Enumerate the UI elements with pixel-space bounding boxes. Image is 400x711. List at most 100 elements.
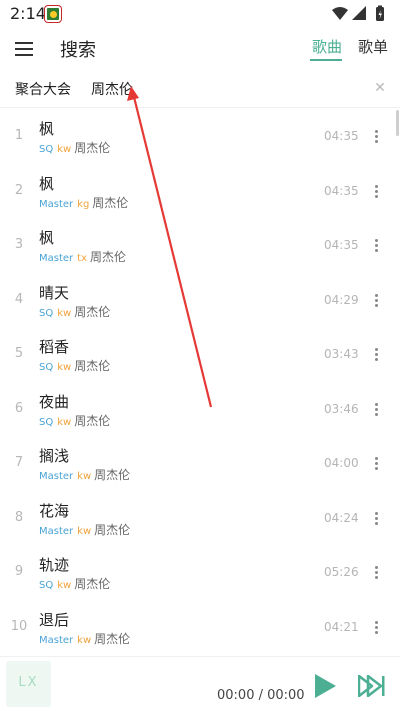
- more-options-icon[interactable]: [368, 509, 386, 527]
- list-item[interactable]: 5 稻香 SQ kw 周杰伦 03:43: [0, 326, 400, 381]
- list-item[interactable]: 7 搁浅 Master kw 周杰伦 04:00: [0, 435, 400, 490]
- list-item[interactable]: 4 晴天 SQ kw 周杰伦 04:29: [0, 272, 400, 327]
- quality-badge: Master: [39, 253, 74, 264]
- quality-badge: Master: [39, 525, 74, 537]
- tab-songs[interactable]: 歌曲: [312, 36, 342, 57]
- status-icons: [332, 5, 384, 21]
- more-options-icon[interactable]: [368, 182, 386, 200]
- playback-time: 00:00 / 00:00: [217, 688, 305, 703]
- song-artist: 周杰伦: [94, 468, 131, 482]
- more-options-icon[interactable]: [368, 127, 386, 145]
- source-badge: tx: [77, 253, 87, 264]
- album-cover[interactable]: LX: [6, 661, 51, 707]
- song-index: 10: [10, 618, 28, 634]
- source-badge: kw: [57, 580, 72, 591]
- source-badge: kw: [77, 525, 92, 537]
- more-options-icon[interactable]: [368, 454, 386, 472]
- quality-badge: SQ: [39, 144, 54, 155]
- source-badge: kw: [57, 307, 72, 319]
- song-index: 3: [14, 237, 24, 252]
- active-tab-indicator: [310, 59, 342, 61]
- menu-icon[interactable]: [12, 36, 38, 62]
- song-artist: 周杰伦: [92, 195, 129, 210]
- list-item[interactable]: 3 枫 Master tx 周杰伦 04:35: [0, 217, 400, 272]
- song-meta: SQ kw 周杰伦: [39, 412, 110, 429]
- song-index: 6: [14, 400, 24, 416]
- quality-badge: SQ: [39, 416, 54, 428]
- quality-badge: SQ: [39, 307, 54, 319]
- more-options-icon[interactable]: [368, 400, 386, 418]
- song-artist: 周杰伦: [74, 304, 111, 319]
- header: 搜索 歌曲 歌单: [0, 28, 400, 70]
- song-title: 枫: [39, 120, 55, 138]
- list-item[interactable]: 10 退后 Master kw 周杰伦 04:21: [0, 599, 400, 654]
- song-artist: 周杰伦: [90, 250, 127, 264]
- more-options-icon[interactable]: [368, 345, 386, 363]
- search-screen: 2:14 搜索 歌曲 歌单 聚合大会 周杰伦 ✕ 1 枫 SQ kw 周杰伦 04:…: [0, 0, 400, 711]
- song-artist: 周杰伦: [74, 577, 111, 591]
- page-title: 搜索: [60, 40, 96, 61]
- song-meta: Master tx 周杰伦: [39, 248, 126, 265]
- song-duration: 04:35: [324, 238, 359, 252]
- song-meta: SQ kw 周杰伦: [39, 303, 110, 320]
- song-meta: Master kw 周杰伦: [39, 466, 130, 483]
- list-item[interactable]: 9 轨迹 SQ kw 周杰伦 05:26: [0, 544, 400, 599]
- quality-badge: SQ: [39, 580, 54, 591]
- song-index: 7: [14, 455, 24, 470]
- song-artist: 周杰伦: [94, 522, 131, 537]
- source-badge: kg: [77, 198, 90, 210]
- more-options-icon[interactable]: [368, 236, 386, 254]
- skip-next-icon[interactable]: [358, 675, 386, 697]
- quality-badge: Master: [39, 198, 74, 210]
- more-options-icon[interactable]: [368, 563, 386, 581]
- song-index: 1: [14, 128, 24, 143]
- close-icon[interactable]: ✕: [370, 78, 390, 98]
- song-duration: 03:46: [324, 401, 359, 416]
- song-index: 9: [14, 564, 24, 579]
- search-input[interactable]: 周杰伦: [91, 79, 133, 99]
- song-title: 搁浅: [39, 447, 70, 465]
- song-index: 8: [14, 509, 24, 525]
- song-meta: SQ kw 周杰伦: [39, 139, 110, 156]
- song-meta: SQ kw 周杰伦: [39, 575, 110, 592]
- source-badge: kw: [77, 634, 92, 646]
- more-options-icon[interactable]: [368, 291, 386, 309]
- scrollbar[interactable]: [396, 110, 399, 136]
- app-icon: [45, 6, 61, 22]
- source-badge: kw: [57, 416, 72, 428]
- song-index: 2: [14, 182, 24, 198]
- source-badge: kw: [77, 471, 92, 482]
- cover-logo-text: LX: [18, 675, 39, 690]
- song-index: 5: [14, 346, 24, 361]
- song-duration: 04:00: [324, 456, 359, 470]
- list-item[interactable]: 8 花海 Master kw 周杰伦 04:24: [0, 490, 400, 545]
- search-bar: 聚合大会 周杰伦 ✕: [0, 70, 400, 108]
- song-meta: Master kg 周杰伦: [39, 194, 128, 211]
- search-source-selector[interactable]: 聚合大会: [15, 79, 71, 99]
- song-title: 退后: [39, 610, 70, 629]
- source-badge: kw: [57, 144, 72, 155]
- song-duration: 04:35: [324, 129, 359, 143]
- quality-badge: Master: [39, 471, 74, 482]
- signal-icon: [352, 6, 366, 20]
- play-icon[interactable]: [312, 673, 338, 699]
- song-artist: 周杰伦: [74, 141, 111, 155]
- list-item[interactable]: 2 枫 Master kg 周杰伦 04:35: [0, 163, 400, 218]
- list-item[interactable]: 1 枫 SQ kw 周杰伦 04:35: [0, 108, 400, 163]
- song-title: 枫: [39, 174, 55, 193]
- quality-badge: Master: [39, 634, 74, 646]
- song-title: 轨迹: [39, 556, 70, 574]
- song-title: 花海: [39, 501, 70, 520]
- song-duration: 05:26: [324, 565, 359, 579]
- tab-playlists[interactable]: 歌单: [358, 36, 388, 57]
- song-list: 1 枫 SQ kw 周杰伦 04:35 2 枫 Master kg 周杰伦 04:35 …: [0, 108, 400, 656]
- song-duration: 04:35: [324, 183, 359, 198]
- wifi-icon: [332, 7, 348, 20]
- song-duration: 04:29: [324, 292, 359, 307]
- list-item[interactable]: 6 夜曲 SQ kw 周杰伦 03:46: [0, 381, 400, 436]
- song-artist: 周杰伦: [94, 631, 131, 646]
- more-options-icon[interactable]: [368, 618, 386, 636]
- quality-badge: SQ: [39, 362, 54, 373]
- status-bar: 2:14: [0, 0, 400, 28]
- song-title: 枫: [39, 229, 55, 247]
